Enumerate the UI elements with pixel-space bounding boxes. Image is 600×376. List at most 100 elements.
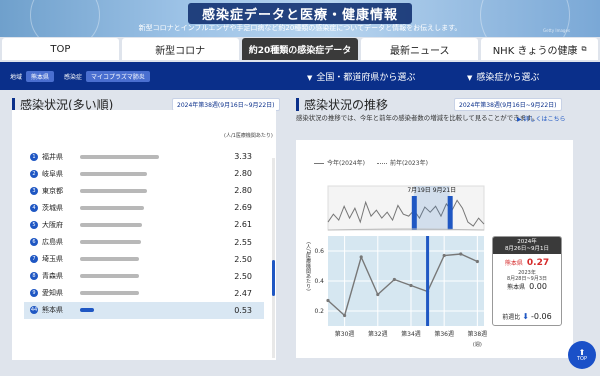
data-point [475, 259, 479, 264]
heading-accent [296, 98, 299, 111]
data-point [409, 283, 413, 288]
tooltip-prev-header: 2023年 8月28日~9月3日 [506, 270, 548, 282]
rank-bar [80, 308, 94, 313]
data-point [459, 252, 463, 256]
data-point [392, 277, 396, 282]
rank-bar-track [80, 188, 190, 193]
arrow-up-icon: ⬆ [578, 347, 586, 357]
y-tick-label: 0.2 [314, 308, 324, 315]
x-tick-label: 第32週 [368, 330, 388, 338]
image-credit: Getty Images [543, 28, 570, 33]
rank-value: 2.80 [234, 186, 252, 196]
ranking-panel: (人/1医療機関あたり) 1 福井県 3.33 2 岐阜県 2.80 3 東京都 2.80 4 茨城… [12, 110, 276, 360]
ranking-row[interactable]: 2 岐阜県 2.80 [24, 165, 264, 182]
prefecture-name: 福井県 [42, 152, 63, 161]
week-diff: 前週比 ⬇ -0.06 [502, 312, 552, 321]
ranking-row[interactable]: 5 大阪府 2.61 [24, 216, 264, 233]
ranking-row[interactable]: 9 愛知県 2.47 [24, 285, 264, 302]
rank-bar [80, 222, 143, 227]
rank-bar-track [80, 205, 190, 210]
brush-label: 7月19日 9月21日 [407, 187, 456, 194]
region-select[interactable]: ▼ 全国・都道府県から選ぶ [307, 70, 415, 83]
x-tick-label: 第38週 [468, 330, 488, 338]
tab-nhk-health[interactable]: NHK きょうの健康 ⧉ [481, 38, 598, 60]
rank-bar-track [80, 240, 190, 245]
ranking-row[interactable]: 44 熊本県 0.53 [24, 301, 264, 319]
site-subtitle: 新型コロナとインフルエンザや手足口病など約20種類の感染症についてデータと情報を… [138, 24, 462, 32]
current-filters: 地域 熊本県 感染症 マイコプラズマ肺炎 [10, 71, 150, 82]
prefecture-name: 岐阜県 [42, 169, 63, 178]
data-point [376, 292, 380, 297]
rank-bar [80, 257, 140, 262]
tab-top[interactable]: TOP [2, 38, 119, 60]
rank-number: 4 [30, 203, 38, 212]
prefecture-name: 大阪府 [42, 220, 63, 229]
rank-number: 5 [30, 220, 38, 229]
data-point [326, 298, 330, 303]
external-link-icon: ⧉ [581, 44, 587, 53]
rank-number: 2 [30, 169, 38, 178]
rank-bar [80, 188, 147, 193]
rank-number: 3 [30, 186, 38, 195]
rank-bar-track [80, 257, 190, 262]
back-to-top-button[interactable]: ⬆ TOP [568, 341, 596, 369]
x-axis-label: (週) [473, 341, 482, 348]
tab-infectious-diseases[interactable]: 約20種類の感染症データ [241, 38, 359, 60]
tooltip-header: 2024年 8月26日~9月1日 [493, 237, 561, 254]
rank-value: 2.55 [234, 237, 252, 247]
data-point [359, 255, 363, 259]
prefecture-name: 青森県 [42, 272, 63, 281]
ranking-row[interactable]: 3 東京都 2.80 [24, 182, 264, 199]
rank-number: 9 [30, 289, 38, 298]
rank-bar [80, 205, 144, 210]
ranking-row[interactable]: 6 広島県 2.55 [24, 233, 264, 250]
rank-bar [80, 291, 139, 296]
rank-number: 1 [30, 152, 38, 161]
ranking-row[interactable]: 1 福井県 3.33 [24, 148, 264, 165]
prefecture-name: 茨城県 [42, 203, 63, 212]
rank-value: 3.33 [234, 152, 252, 162]
filter-bar: 地域 熊本県 感染症 マイコプラズマ肺炎 ▼ 全国・都道府県から選ぶ ▼ 感染症から… [0, 62, 600, 90]
ranking-row[interactable]: 7 埼玉県 2.50 [24, 251, 264, 268]
trend-panel: 今年(2024年) 前年(2023年) 7月19日 9月21日 0.2 0.4 0.6… [296, 140, 573, 358]
rank-number: 8 [30, 272, 38, 281]
rank-value: 2.69 [234, 203, 252, 213]
overview-background [327, 185, 485, 231]
trend-heading: 感染状況の推移 [296, 96, 388, 113]
rank-number: 44 [30, 306, 38, 315]
details-link[interactable]: ▶ 詳しくはこちら [517, 114, 566, 123]
disease-select[interactable]: ▼ 感染症から選ぶ [467, 70, 539, 83]
ranking-row[interactable]: 4 茨城県 2.69 [24, 199, 264, 216]
y-tick-label: 0.4 [314, 278, 324, 285]
header-banner: 感染症データと医療・健康情報 新型コロナとインフルエンザや手足口病など約20種類… [0, 0, 600, 37]
scrollbar-track[interactable] [272, 158, 275, 358]
tab-covid[interactable]: 新型コロナ [121, 38, 239, 60]
rank-number: 6 [30, 238, 38, 247]
prefecture-name: 熊本県 [42, 306, 63, 315]
rank-bar-track [80, 274, 190, 279]
rank-value: 2.50 [234, 254, 252, 264]
prefecture-name: 愛知県 [42, 289, 63, 298]
prefecture-name: 広島県 [42, 238, 63, 247]
site-title: 感染症データと医療・健康情報 [0, 3, 600, 24]
prefecture-name: 埼玉県 [42, 255, 63, 264]
unit-note: (人/1医療機関あたり) [224, 133, 273, 139]
x-tick-label: 第36週 [434, 330, 454, 338]
rank-value: 2.47 [234, 288, 252, 298]
tab-latest-news[interactable]: 最新ニュース [361, 38, 479, 60]
rank-bar [80, 240, 141, 245]
rank-value: 2.50 [234, 271, 252, 281]
rank-value: 2.61 [234, 220, 252, 230]
x-tick-label: 第30週 [335, 330, 355, 338]
scrollbar-thumb[interactable] [272, 260, 275, 296]
rank-value: 0.53 [234, 305, 252, 315]
arrow-down-icon: ⬇ [522, 312, 529, 321]
y-axis-label: (人/1医療機関あたり) [305, 242, 311, 291]
rank-bar-track [80, 154, 190, 159]
rank-bar-track [80, 222, 190, 227]
ranking-row[interactable]: 8 青森県 2.50 [24, 268, 264, 285]
rank-bar [80, 274, 140, 279]
rank-number: 7 [30, 255, 38, 264]
x-tick-label: 第34週 [401, 330, 421, 338]
triangle-down-icon: ▼ [307, 74, 313, 82]
